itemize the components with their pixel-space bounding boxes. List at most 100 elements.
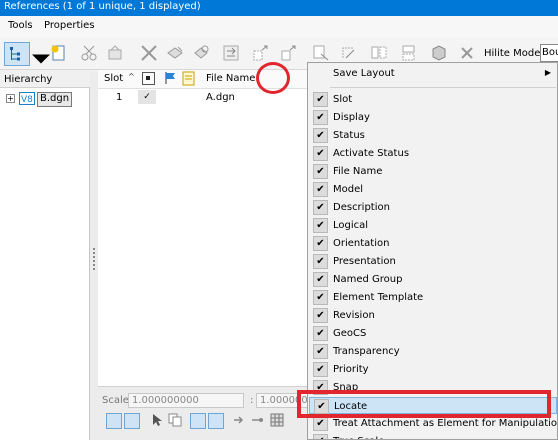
checkmark-icon: ✔: [313, 236, 328, 251]
display-column-icon[interactable]: [142, 72, 155, 85]
checkmark-icon: ✔: [313, 290, 328, 305]
dropdown-arrow-icon[interactable]: [32, 50, 50, 64]
checkmark-icon: ✔: [313, 182, 328, 197]
checkmark-icon: ✔: [313, 326, 328, 341]
menu-item-label: Presentation: [333, 256, 396, 267]
menu-item-label: Status: [333, 130, 365, 141]
level-display-toggle-button[interactable]: [208, 413, 224, 429]
checkmark-icon: ✔: [313, 434, 328, 439]
menu-item-logical[interactable]: ✔ Logical: [309, 217, 557, 234]
flag-icon[interactable]: [164, 71, 178, 85]
menu-item-label: File Name: [333, 166, 383, 177]
menu-item-label: Model: [333, 184, 364, 195]
pointer-icon[interactable]: [150, 413, 164, 427]
mirror-vertical-button[interactable]: [400, 44, 418, 62]
dgn-file-icon: V8: [19, 92, 35, 105]
tree-icon: [10, 47, 20, 61]
reference-list: Slot ^ File Name 1 ✓ A.dgn: [98, 70, 310, 386]
delete-icon: [461, 47, 473, 59]
document-icon[interactable]: [182, 71, 195, 86]
copy-icon: [281, 45, 296, 61]
checkmark-icon: ✔: [313, 110, 328, 125]
menu-item-activate-status[interactable]: ✔ Activate Status: [309, 145, 557, 162]
window-title-bar: References (1 of 1 unique, 1 displayed): [0, 0, 558, 16]
menu-item-label: Orientation: [333, 238, 390, 249]
delete-button[interactable]: [458, 44, 476, 62]
exchange-button[interactable]: [222, 44, 240, 62]
column-file-name-header[interactable]: File Name: [206, 73, 255, 84]
clip-delete-button[interactable]: [192, 44, 210, 62]
menu-properties[interactable]: Properties: [44, 20, 95, 31]
menu-tools[interactable]: Tools: [8, 20, 33, 31]
menu-item-label: Slot: [333, 94, 353, 105]
snap-arrow-icon[interactable]: [250, 413, 264, 427]
menu-item-slot[interactable]: ✔ Slot: [309, 91, 557, 108]
copy-pages-icon[interactable]: [168, 413, 182, 427]
menu-item-revision[interactable]: ✔ Revision: [309, 307, 557, 324]
display-grid-button[interactable]: [124, 413, 140, 429]
menu-item-label: Element Template: [333, 292, 424, 303]
clip-mask-icon: [167, 46, 183, 59]
hilite-mode-label: Hilite Mode:: [484, 48, 544, 59]
window-title: References (1 of 1 unique, 1 displayed): [4, 1, 201, 12]
annotation-box: [297, 390, 551, 418]
scale-separator: :: [250, 395, 254, 406]
detach-button[interactable]: [80, 44, 98, 62]
menu-item-named-group[interactable]: ✔ Named Group: [309, 271, 557, 288]
menu-item-description[interactable]: ✔ Description: [309, 199, 557, 216]
grid-icon[interactable]: [270, 413, 284, 427]
clip-mask-button[interactable]: [166, 44, 184, 62]
clip-boundary-button[interactable]: [140, 44, 158, 62]
scale-master-input[interactable]: 1.000000000: [128, 393, 244, 408]
expand-icon[interactable]: +: [6, 94, 15, 103]
menu-item-save-layout[interactable]: Save Layout ▶: [309, 65, 557, 82]
rotate-button[interactable]: [340, 44, 358, 62]
file-name-cell: A.dgn: [206, 92, 235, 103]
checkmark-icon: ✔: [313, 344, 328, 359]
nudge-arrow-icon[interactable]: [232, 413, 246, 427]
mirror-button[interactable]: [370, 44, 388, 62]
save-layout-label: Save Layout: [333, 68, 395, 79]
menu-item-status[interactable]: ✔ Status: [309, 127, 557, 144]
reload-button[interactable]: [106, 44, 124, 62]
menu-item-transparency[interactable]: ✔ Transparency: [309, 343, 557, 360]
menu-item-label: Display: [333, 112, 370, 123]
menu-item-orientation[interactable]: ✔ Orientation: [309, 235, 557, 252]
display-mode-button[interactable]: [106, 413, 122, 429]
move-button[interactable]: [252, 44, 270, 62]
rotate-icon: [342, 47, 355, 59]
checkmark-icon: ✔: [313, 146, 328, 161]
merge-button[interactable]: [430, 44, 448, 62]
menu-item-label: Logical: [333, 220, 369, 231]
scale-button[interactable]: [312, 44, 330, 62]
checkmark-icon: ✔: [313, 308, 328, 323]
tree-node-label[interactable]: B.dgn: [37, 92, 73, 107]
annotation-circle: [256, 62, 290, 94]
menu-item-element-template[interactable]: ✔ Element Template: [309, 289, 557, 306]
display-checkbox[interactable]: ✓: [138, 90, 156, 104]
checkmark-icon: ✔: [313, 128, 328, 143]
column-slot-header[interactable]: Slot: [104, 73, 123, 84]
checkmark-icon: ✔: [313, 254, 328, 269]
level-display-button[interactable]: [190, 413, 206, 429]
copy-button[interactable]: [280, 44, 298, 62]
hierarchy-header: Hierarchy: [0, 72, 90, 88]
menu-item-priority[interactable]: ✔ Priority: [309, 361, 557, 378]
tree-view-toggle-button[interactable]: [4, 42, 30, 66]
menu-item-model[interactable]: ✔ Model: [309, 181, 557, 198]
menu-item-label: Priority: [333, 364, 369, 375]
menu-item-presentation[interactable]: ✔ Presentation: [309, 253, 557, 270]
menu-item-display[interactable]: ✔ Display: [309, 109, 557, 126]
menu-item-geocs[interactable]: ✔ GeoCS: [309, 325, 557, 342]
hilite-mode-select[interactable]: Boundary: [540, 44, 558, 62]
menu-item-true-scale[interactable]: ✔ True Scale: [309, 433, 557, 439]
menu-bar: Tools Properties: [0, 16, 558, 38]
sort-ascending-icon: ^: [128, 72, 135, 81]
attach-icon: [51, 45, 65, 61]
menu-item-file-name[interactable]: ✔ File Name: [309, 163, 557, 180]
scissors-icon: [81, 45, 97, 61]
attach-reference-button[interactable]: [50, 44, 68, 62]
pane-splitter[interactable]: [90, 72, 98, 440]
checkmark-icon: ✔: [313, 218, 328, 233]
checkmark-icon: ✔: [313, 92, 328, 107]
